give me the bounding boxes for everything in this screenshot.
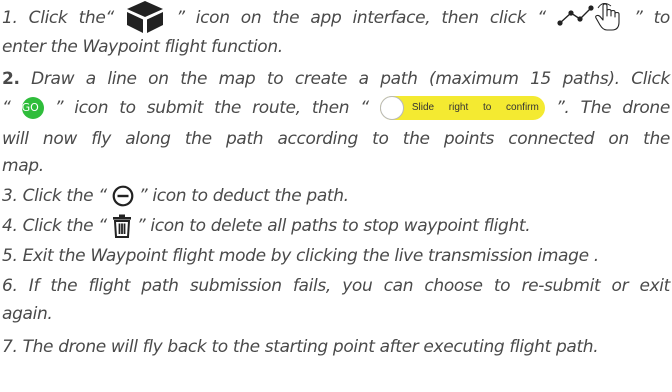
slider-label: Slide right to confirm (411, 102, 539, 113)
step-6-line-2: again. (2, 304, 53, 324)
step-2-line-2: “ GO ” icon to submit the route, then “ … (2, 95, 670, 121)
step-2-line-4: map. (2, 156, 44, 176)
step-3-line: 3. Click the “ ” icon to deduct the path… (2, 183, 349, 209)
step-2-text-d: ”. The drone (555, 98, 670, 118)
go-icon: GO (21, 97, 44, 119)
waypoint-icon (557, 2, 623, 32)
minus-circle-icon (112, 185, 134, 207)
step-2-line-1: 2. Draw a line on the map to create a pa… (2, 66, 670, 92)
step-2-text-a: Draw a line on the map to create a path … (31, 69, 670, 89)
step-4-line: 4. Click the “ ” icon to delete all path… (2, 213, 531, 239)
slider-knob (379, 96, 404, 120)
step-1-text-a: 1. Click the“ (2, 8, 114, 28)
step-6-line-1: 6. If the flight path submission fails, … (2, 276, 670, 296)
step-3-text-b: ” icon to deduct the path. (138, 186, 349, 206)
step-2-text-b: “ (2, 98, 11, 118)
cube-icon (125, 0, 165, 34)
trash-icon (112, 214, 132, 238)
step-2-number: 2. (2, 69, 20, 89)
step-3-text-a: 3. Click the “ (2, 186, 107, 206)
step-1-text-c: ” to (634, 8, 670, 28)
step-2-line-3: will now fly along the path according to… (2, 129, 670, 149)
instructions-document: 1. Click the“ ” icon on the app interfac… (0, 0, 672, 392)
step-4-text-a: 4. Click the “ (2, 216, 107, 236)
step-1-line-2: enter the Waypoint flight function. (2, 37, 283, 57)
step-2-text-c: ” icon to submit the route, then “ (54, 98, 369, 118)
step-5-line: 5. Exit the Waypoint flight mode by clic… (2, 246, 599, 266)
step-1-line-1: 1. Click the“ ” icon on the app interfac… (2, 1, 670, 33)
step-1-text-b: ” icon on the app interface, then click … (176, 8, 546, 28)
step-4-text-b: ” icon to delete all paths to stop waypo… (136, 216, 531, 236)
step-7-line: 7. The drone will fly back to the starti… (2, 337, 599, 357)
slide-confirm-icon: Slide right to confirm (379, 96, 545, 120)
